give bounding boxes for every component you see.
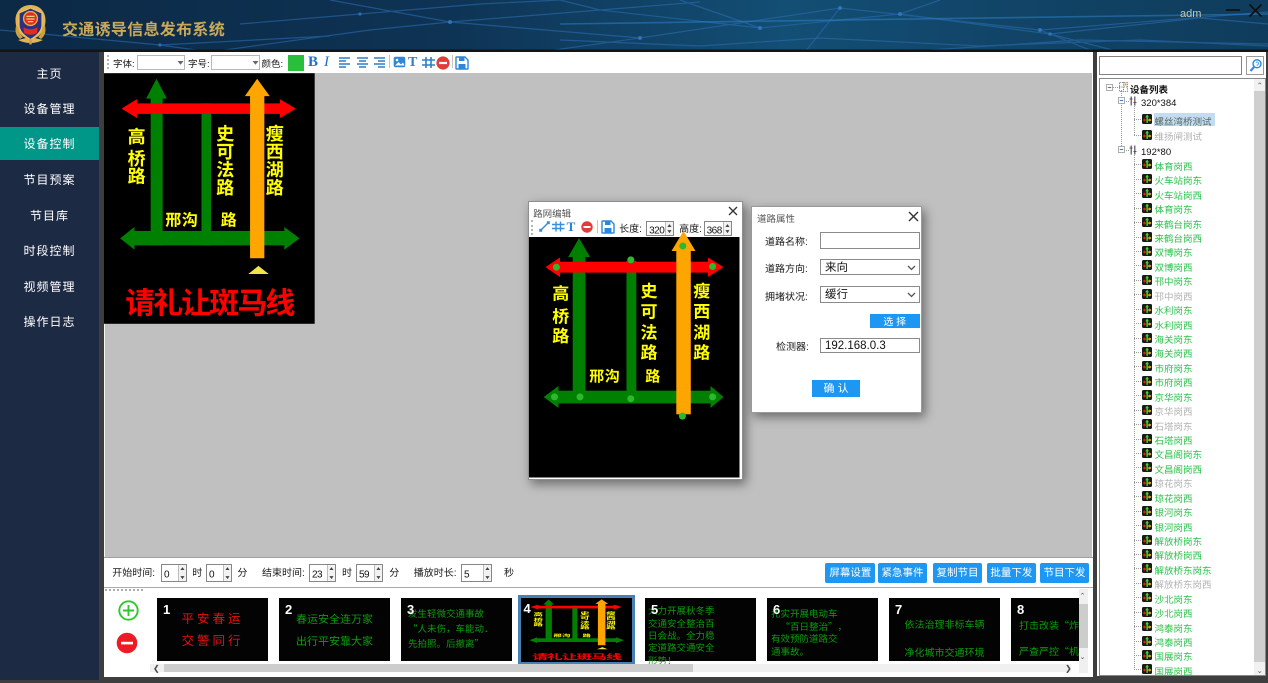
svg-text:沟: 沟 [605, 366, 620, 387]
svg-text:路: 路 [552, 322, 569, 347]
svg-text:高: 高 [552, 280, 569, 305]
svg-text:邢: 邢 [589, 366, 604, 387]
svg-text:路: 路 [641, 339, 658, 364]
svg-text:路: 路 [693, 339, 710, 364]
svg-text:路: 路 [645, 366, 660, 387]
